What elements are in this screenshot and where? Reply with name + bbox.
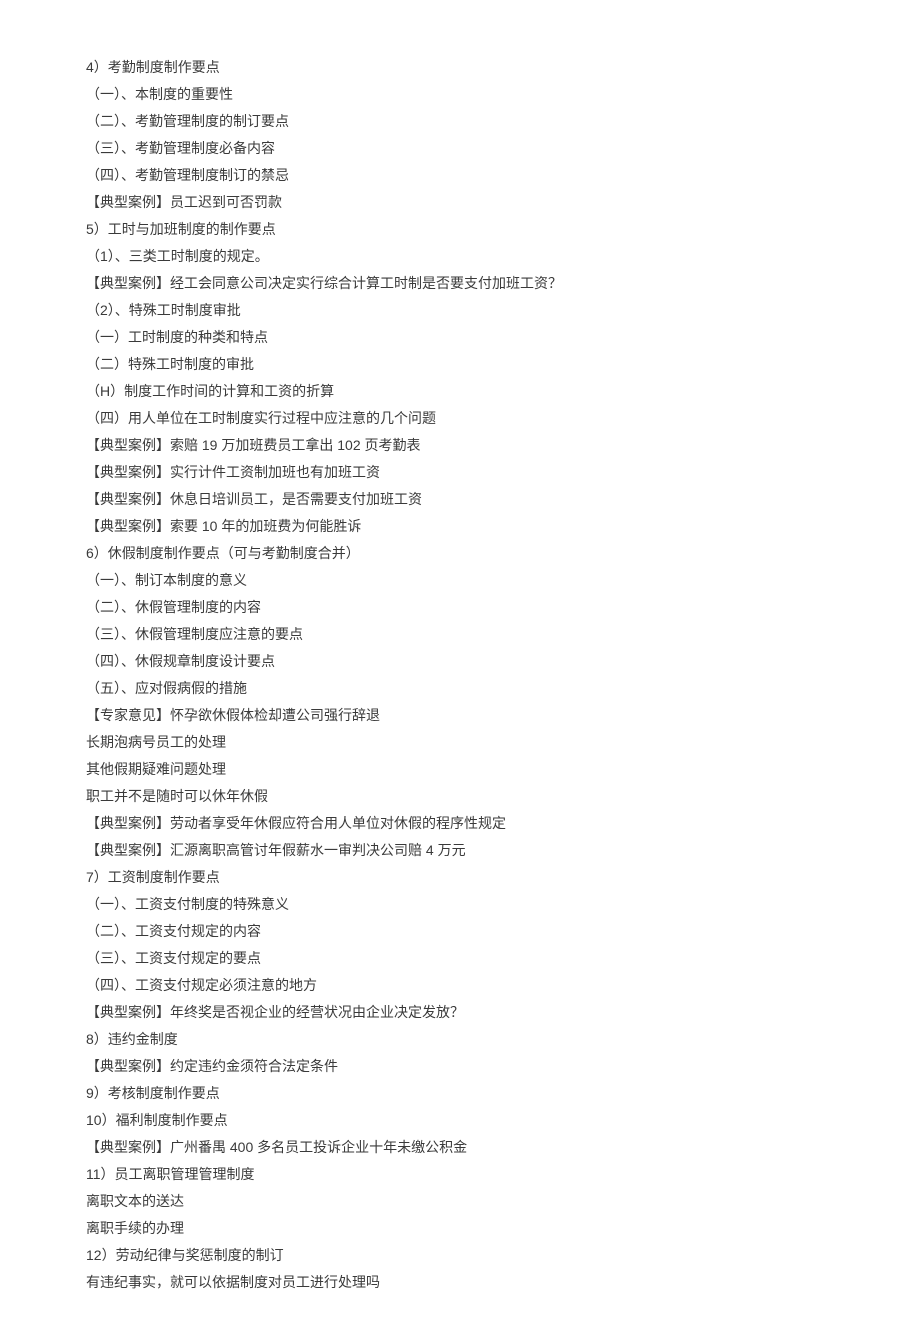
text-line: 7）工资制度制作要点 — [86, 864, 846, 891]
document-page: 4）考勤制度制作要点 （一）、本制度的重要性 （二）、考勤管理制度的制订要点 （… — [0, 0, 846, 1336]
text-line: 【典型案例】汇源离职高管讨年假薪水一审判决公司赔 4 万元 — [86, 837, 846, 864]
text-line: 4）考勤制度制作要点 — [86, 54, 846, 81]
text-line: 长期泡病号员工的处理 — [86, 729, 846, 756]
text-line: 【典型案例】休息日培训员工，是否需要支付加班工资 — [86, 486, 846, 513]
text-line: 【典型案例】索赔 19 万加班费员工拿出 102 页考勤表 — [86, 432, 846, 459]
text-line: 6）休假制度制作要点（可与考勤制度合并） — [86, 540, 846, 567]
text-line: （四）、考勤管理制度制订的禁忌 — [86, 162, 846, 189]
text-line: （一）、工资支付制度的特殊意义 — [86, 891, 846, 918]
text-line: 离职手续的办理 — [86, 1215, 846, 1242]
text-line: 离职文本的送达 — [86, 1188, 846, 1215]
text-line: （二）、工资支付规定的内容 — [86, 918, 846, 945]
text-line: （2）、特殊工时制度审批 — [86, 297, 846, 324]
text-line: （二）特殊工时制度的审批 — [86, 351, 846, 378]
text-line: 8）违约金制度 — [86, 1026, 846, 1053]
text-line: 12）劳动纪律与奖惩制度的制订 — [86, 1242, 846, 1269]
text-line: 【专家意见】怀孕欲休假体检却遭公司强行辞退 — [86, 702, 846, 729]
text-line: 【典型案例】索要 10 年的加班费为何能胜诉 — [86, 513, 846, 540]
text-line: （四）、休假规章制度设计要点 — [86, 648, 846, 675]
text-line: （四）用人单位在工时制度实行过程中应注意的几个问题 — [86, 405, 846, 432]
text-line: （三）、休假管理制度应注意的要点 — [86, 621, 846, 648]
text-line: （1）、三类工时制度的规定。 — [86, 243, 846, 270]
text-line: （H）制度工作时间的计算和工资的折算 — [86, 378, 846, 405]
text-line: 【典型案例】年终奖是否视企业的经营状况由企业决定发放？ — [86, 999, 846, 1026]
text-line: 职工并不是随时可以休年休假 — [86, 783, 846, 810]
text-line: 【典型案例】约定违约金须符合法定条件 — [86, 1053, 846, 1080]
text-line: （一）、本制度的重要性 — [86, 81, 846, 108]
text-line: （五）、应对假病假的措施 — [86, 675, 846, 702]
text-line: 【典型案例】员工迟到可否罚款 — [86, 189, 846, 216]
text-line: 【典型案例】劳动者享受年休假应符合用人单位对休假的程序性规定 — [86, 810, 846, 837]
text-line: 10）福利制度制作要点 — [86, 1107, 846, 1134]
text-line: 【典型案例】经工会同意公司决定实行综合计算工时制是否要支付加班工资？ — [86, 270, 846, 297]
text-line: 【典型案例】实行计件工资制加班也有加班工资 — [86, 459, 846, 486]
text-line: （三）、工资支付规定的要点 — [86, 945, 846, 972]
text-line: （二）、休假管理制度的内容 — [86, 594, 846, 621]
text-line: 11）员工离职管理管理制度 — [86, 1161, 846, 1188]
text-line: 其他假期疑难问题处理 — [86, 756, 846, 783]
text-line: （二）、考勤管理制度的制订要点 — [86, 108, 846, 135]
text-line: （一）、制订本制度的意义 — [86, 567, 846, 594]
text-line: （一）工时制度的种类和特点 — [86, 324, 846, 351]
text-line: （四）、工资支付规定必须注意的地方 — [86, 972, 846, 999]
text-line: 9）考核制度制作要点 — [86, 1080, 846, 1107]
text-line: 【典型案例】广州番禺 400 多名员工投诉企业十年未缴公积金 — [86, 1134, 846, 1161]
text-line: 5）工时与加班制度的制作要点 — [86, 216, 846, 243]
text-line: （三）、考勤管理制度必备内容 — [86, 135, 846, 162]
text-line: 有违纪事实，就可以依据制度对员工进行处理吗 — [86, 1269, 846, 1296]
